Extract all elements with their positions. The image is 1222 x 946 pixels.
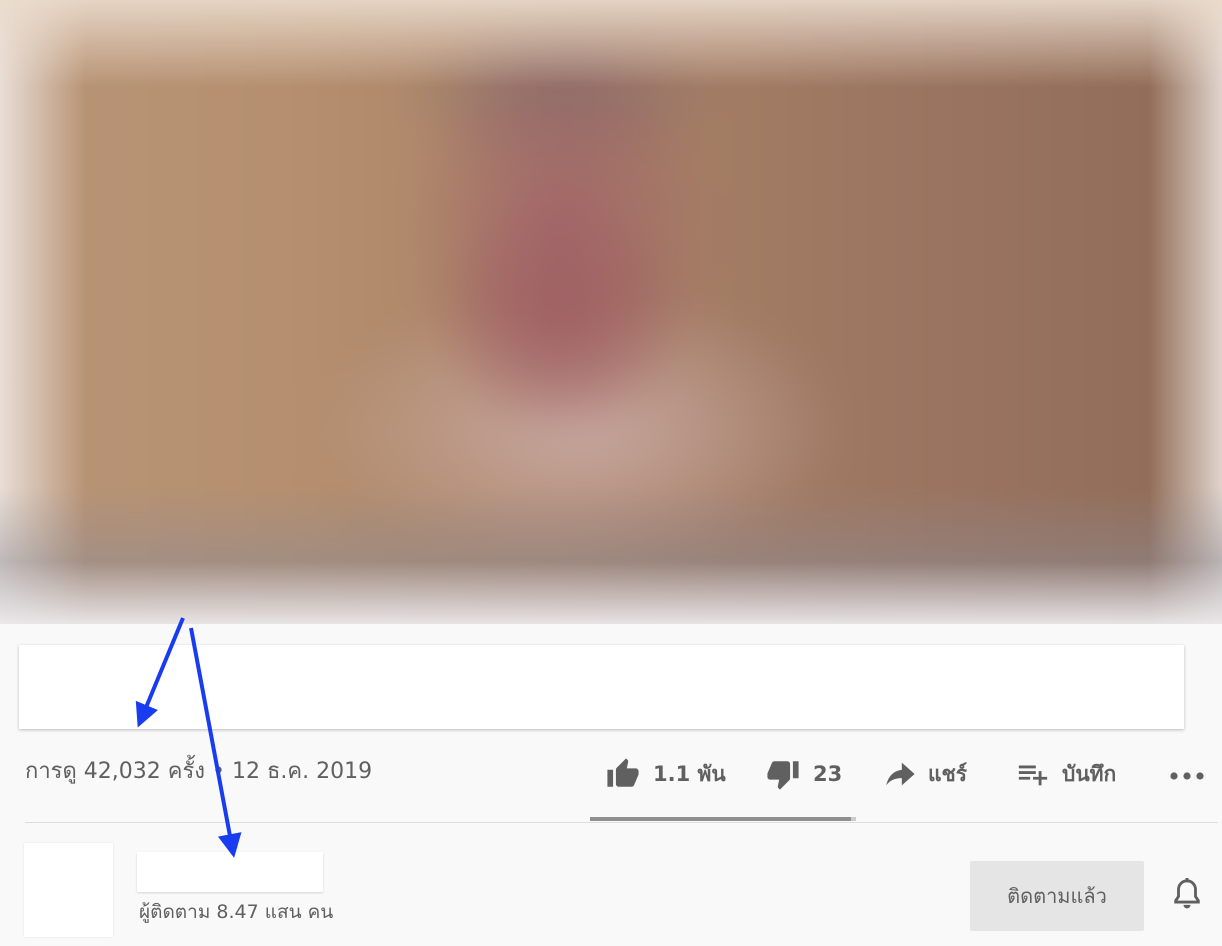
subscriber-count: ผู้ติดตาม 8.47 แสน คน: [139, 901, 334, 923]
thumb-up-icon: [605, 757, 641, 791]
like-ratio-fill: [590, 817, 851, 821]
video-player[interactable]: [0, 0, 1222, 624]
like-button[interactable]: 1.1 พัน: [605, 756, 726, 792]
save-label: บันทึก: [1062, 761, 1117, 786]
video-frame-vignette: [0, 0, 1222, 624]
like-dislike-ratio-bar: [590, 817, 856, 821]
bell-icon: [1170, 878, 1204, 918]
thumb-down-icon: [765, 757, 801, 791]
video-title-redacted: [19, 645, 1184, 729]
playlist-add-icon: [1016, 757, 1050, 791]
view-count-and-date: การดู 42,032 ครั้ง • 12 ธ.ค. 2019: [25, 759, 373, 784]
channel-name-redacted[interactable]: [137, 852, 323, 892]
like-count: 1.1 พัน: [653, 761, 726, 786]
share-label: แชร์: [928, 761, 968, 786]
notification-bell-button[interactable]: [1170, 876, 1204, 918]
more-horizontal-icon: [1168, 772, 1206, 792]
share-button[interactable]: แชร์: [882, 756, 967, 792]
more-actions-button[interactable]: [1168, 764, 1206, 792]
share-arrow-icon: [882, 757, 916, 791]
dislike-button[interactable]: 23: [765, 756, 842, 792]
save-button[interactable]: บันทึก: [1016, 756, 1116, 792]
channel-avatar-redacted[interactable]: [24, 843, 113, 937]
dislike-count: 23: [813, 762, 843, 786]
subscribed-button[interactable]: ติดตามแล้ว: [970, 861, 1144, 931]
section-divider: [25, 822, 1218, 823]
